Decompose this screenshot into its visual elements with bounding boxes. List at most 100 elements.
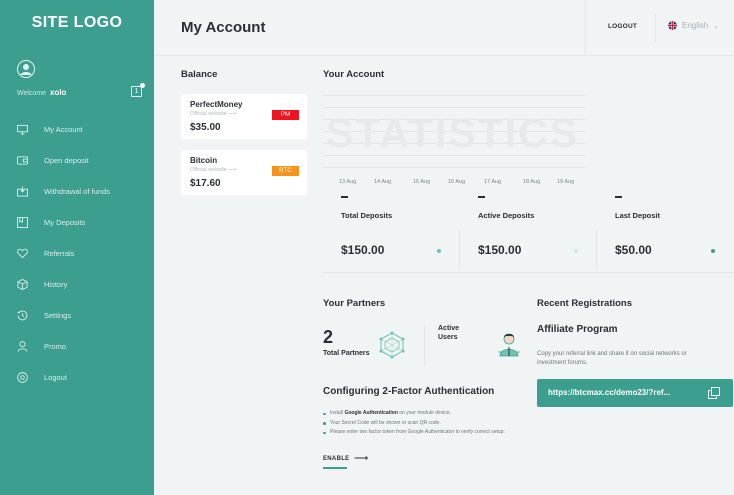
- deposits-icon: [17, 217, 28, 228]
- balance-card-name: Bitcoin: [190, 156, 218, 165]
- stat-label: Active Deposits: [478, 211, 535, 220]
- welcome-text: Welcome xolo: [17, 88, 66, 97]
- currency-badge: PM: [272, 110, 299, 120]
- language-label: English: [682, 21, 709, 30]
- sidebar-item-label: My Deposits: [44, 218, 86, 227]
- statistics-watermark: STATISTICS: [326, 110, 580, 156]
- your-partners-title: Your Partners: [323, 298, 386, 309]
- sidebar-item-promo[interactable]: Promo: [0, 331, 154, 362]
- official-website-link[interactable]: Official website ⟶: [190, 167, 236, 173]
- tfa-step: Install Google Authentication on your mo…: [322, 410, 532, 417]
- referral-link-button[interactable]: https://btcmax.cc/demo23/?ref...: [537, 379, 733, 407]
- notification-dot: [140, 83, 145, 88]
- heart-icon: [17, 248, 28, 259]
- sidebar-item-label: Open deposit: [44, 156, 89, 165]
- affiliate-description: Copy your referral link and share it on …: [537, 351, 687, 366]
- balance-amount: $35.00: [190, 122, 221, 133]
- site-logo[interactable]: SITE LOGO: [0, 14, 154, 32]
- tfa-step: Your Secret Code will be shown or scan Q…: [322, 420, 532, 427]
- notification-badge[interactable]: 1: [131, 83, 145, 97]
- chart-date-label: 18 Aug: [523, 179, 541, 185]
- header-logout-button[interactable]: LOGOUT: [608, 23, 637, 30]
- user-avatar-icon[interactable]: [17, 60, 35, 78]
- history-icon: [17, 279, 28, 290]
- welcome-label: Welcome: [17, 90, 47, 97]
- tfa-title: Configuring 2-Factor Authentication: [323, 386, 495, 397]
- copy-icon[interactable]: [708, 387, 720, 399]
- partners-divider: [424, 325, 425, 365]
- balance-title: Balance: [181, 69, 218, 80]
- balance-card-name: PerfectMoney: [190, 100, 243, 109]
- official-website-link[interactable]: Official website ⟶: [190, 111, 236, 117]
- chart-date-label: 13 Aug: [339, 179, 357, 185]
- wallet-icon: [17, 156, 28, 165]
- withdraw-icon: [17, 186, 28, 197]
- stat-value: $50.00: [615, 243, 652, 257]
- affiliate-program-title: Affiliate Program: [537, 324, 618, 335]
- sidebar-item-my-deposits[interactable]: My Deposits: [0, 207, 154, 238]
- top-header: My Account LOGOUT English ⌄: [154, 0, 734, 56]
- total-partners-count: 2: [323, 327, 334, 347]
- chart-date-label: 16 Aug: [448, 179, 466, 185]
- recent-registrations-title: Recent Registrations: [537, 298, 633, 309]
- sidebar-item-settings[interactable]: Settings: [0, 300, 154, 331]
- stat-dash: [615, 196, 622, 198]
- currency-badge: BTC: [272, 166, 299, 176]
- sidebar-item-referrals[interactable]: Referrals: [0, 238, 154, 269]
- sidebar-item-label: Referrals: [44, 249, 75, 258]
- sidebar-item-history[interactable]: History: [0, 269, 154, 300]
- stat-active-deposits: Active Deposits $150.00: [460, 196, 597, 272]
- stat-last-deposit: Last Deposit $50.00: [597, 196, 734, 272]
- chart-gridline: [323, 107, 585, 108]
- balance-card-perfectmoney[interactable]: PerfectMoney Official website ⟶ $35.00 P…: [181, 94, 307, 139]
- sidebar-item-label: Logout: [44, 373, 67, 382]
- notification-count: 1: [134, 88, 139, 95]
- enable-underline: [323, 467, 347, 469]
- stat-label: Total Deposits: [341, 211, 393, 220]
- total-partners-label: Total Partners: [323, 350, 370, 357]
- active-user-icon: [498, 333, 520, 357]
- stat-dash: [341, 196, 348, 198]
- stat-label: Last Deposit: [615, 211, 661, 220]
- tfa-steps-list: Install Google Authentication on your mo…: [322, 410, 532, 439]
- stat-total-deposits: Total Deposits $150.00: [323, 196, 460, 272]
- arrow-right-icon[interactable]: ⟶: [354, 453, 368, 464]
- active-users-label: Active Users: [438, 325, 460, 341]
- tfa-step: Please enter two factor token from Googl…: [322, 429, 532, 436]
- chart-date-label: 14 Aug: [374, 179, 392, 185]
- sidebar: SITE LOGO Welcome xolo 1 My Account Open…: [0, 0, 154, 495]
- settings-icon: [17, 310, 28, 321]
- chart-date-label: 15 Aug: [413, 179, 431, 185]
- balance-card-bitcoin[interactable]: Bitcoin Official website ⟶ $17.60 BTC: [181, 150, 307, 195]
- username: xolo: [50, 88, 67, 97]
- stat-indicator-dot: [437, 249, 441, 253]
- enable-2fa-button[interactable]: ENABLE: [323, 456, 349, 462]
- header-divider: [585, 0, 586, 56]
- network-icon: [379, 331, 405, 359]
- sidebar-item-label: Withdrawal of funds: [44, 187, 110, 196]
- page-title: My Account: [181, 19, 266, 36]
- sidebar-item-open-deposit[interactable]: Open deposit: [0, 145, 154, 176]
- sidebar-item-label: Settings: [44, 311, 72, 320]
- sidebar-item-withdrawal[interactable]: Withdrawal of funds: [0, 176, 154, 207]
- promo-icon: [17, 341, 28, 352]
- sidebar-item-my-account[interactable]: My Account: [0, 114, 154, 145]
- stat-indicator-dot: [711, 249, 715, 253]
- sidebar-item-label: Promo: [44, 342, 67, 351]
- language-selector[interactable]: English ⌄: [668, 21, 719, 30]
- chart-date-label: 19 Aug: [557, 179, 575, 185]
- uk-flag-icon: [668, 21, 677, 30]
- sidebar-item-label: History: [44, 280, 68, 289]
- monitor-icon: [17, 124, 28, 135]
- sidebar-item-label: My Account: [44, 125, 83, 134]
- referral-link-text: https://btcmax.cc/demo23/?ref...: [548, 388, 671, 397]
- chevron-down-icon: ⌄: [713, 22, 720, 30]
- balance-amount: $17.60: [190, 178, 221, 189]
- chart-gridline: [323, 167, 585, 168]
- stat-dash: [478, 196, 485, 198]
- stat-bottom-divider: [323, 272, 734, 273]
- stat-value: $150.00: [341, 243, 385, 257]
- sidebar-item-logout[interactable]: Logout: [0, 362, 154, 393]
- chart-gridline: [323, 95, 585, 96]
- logout-icon: [17, 372, 28, 383]
